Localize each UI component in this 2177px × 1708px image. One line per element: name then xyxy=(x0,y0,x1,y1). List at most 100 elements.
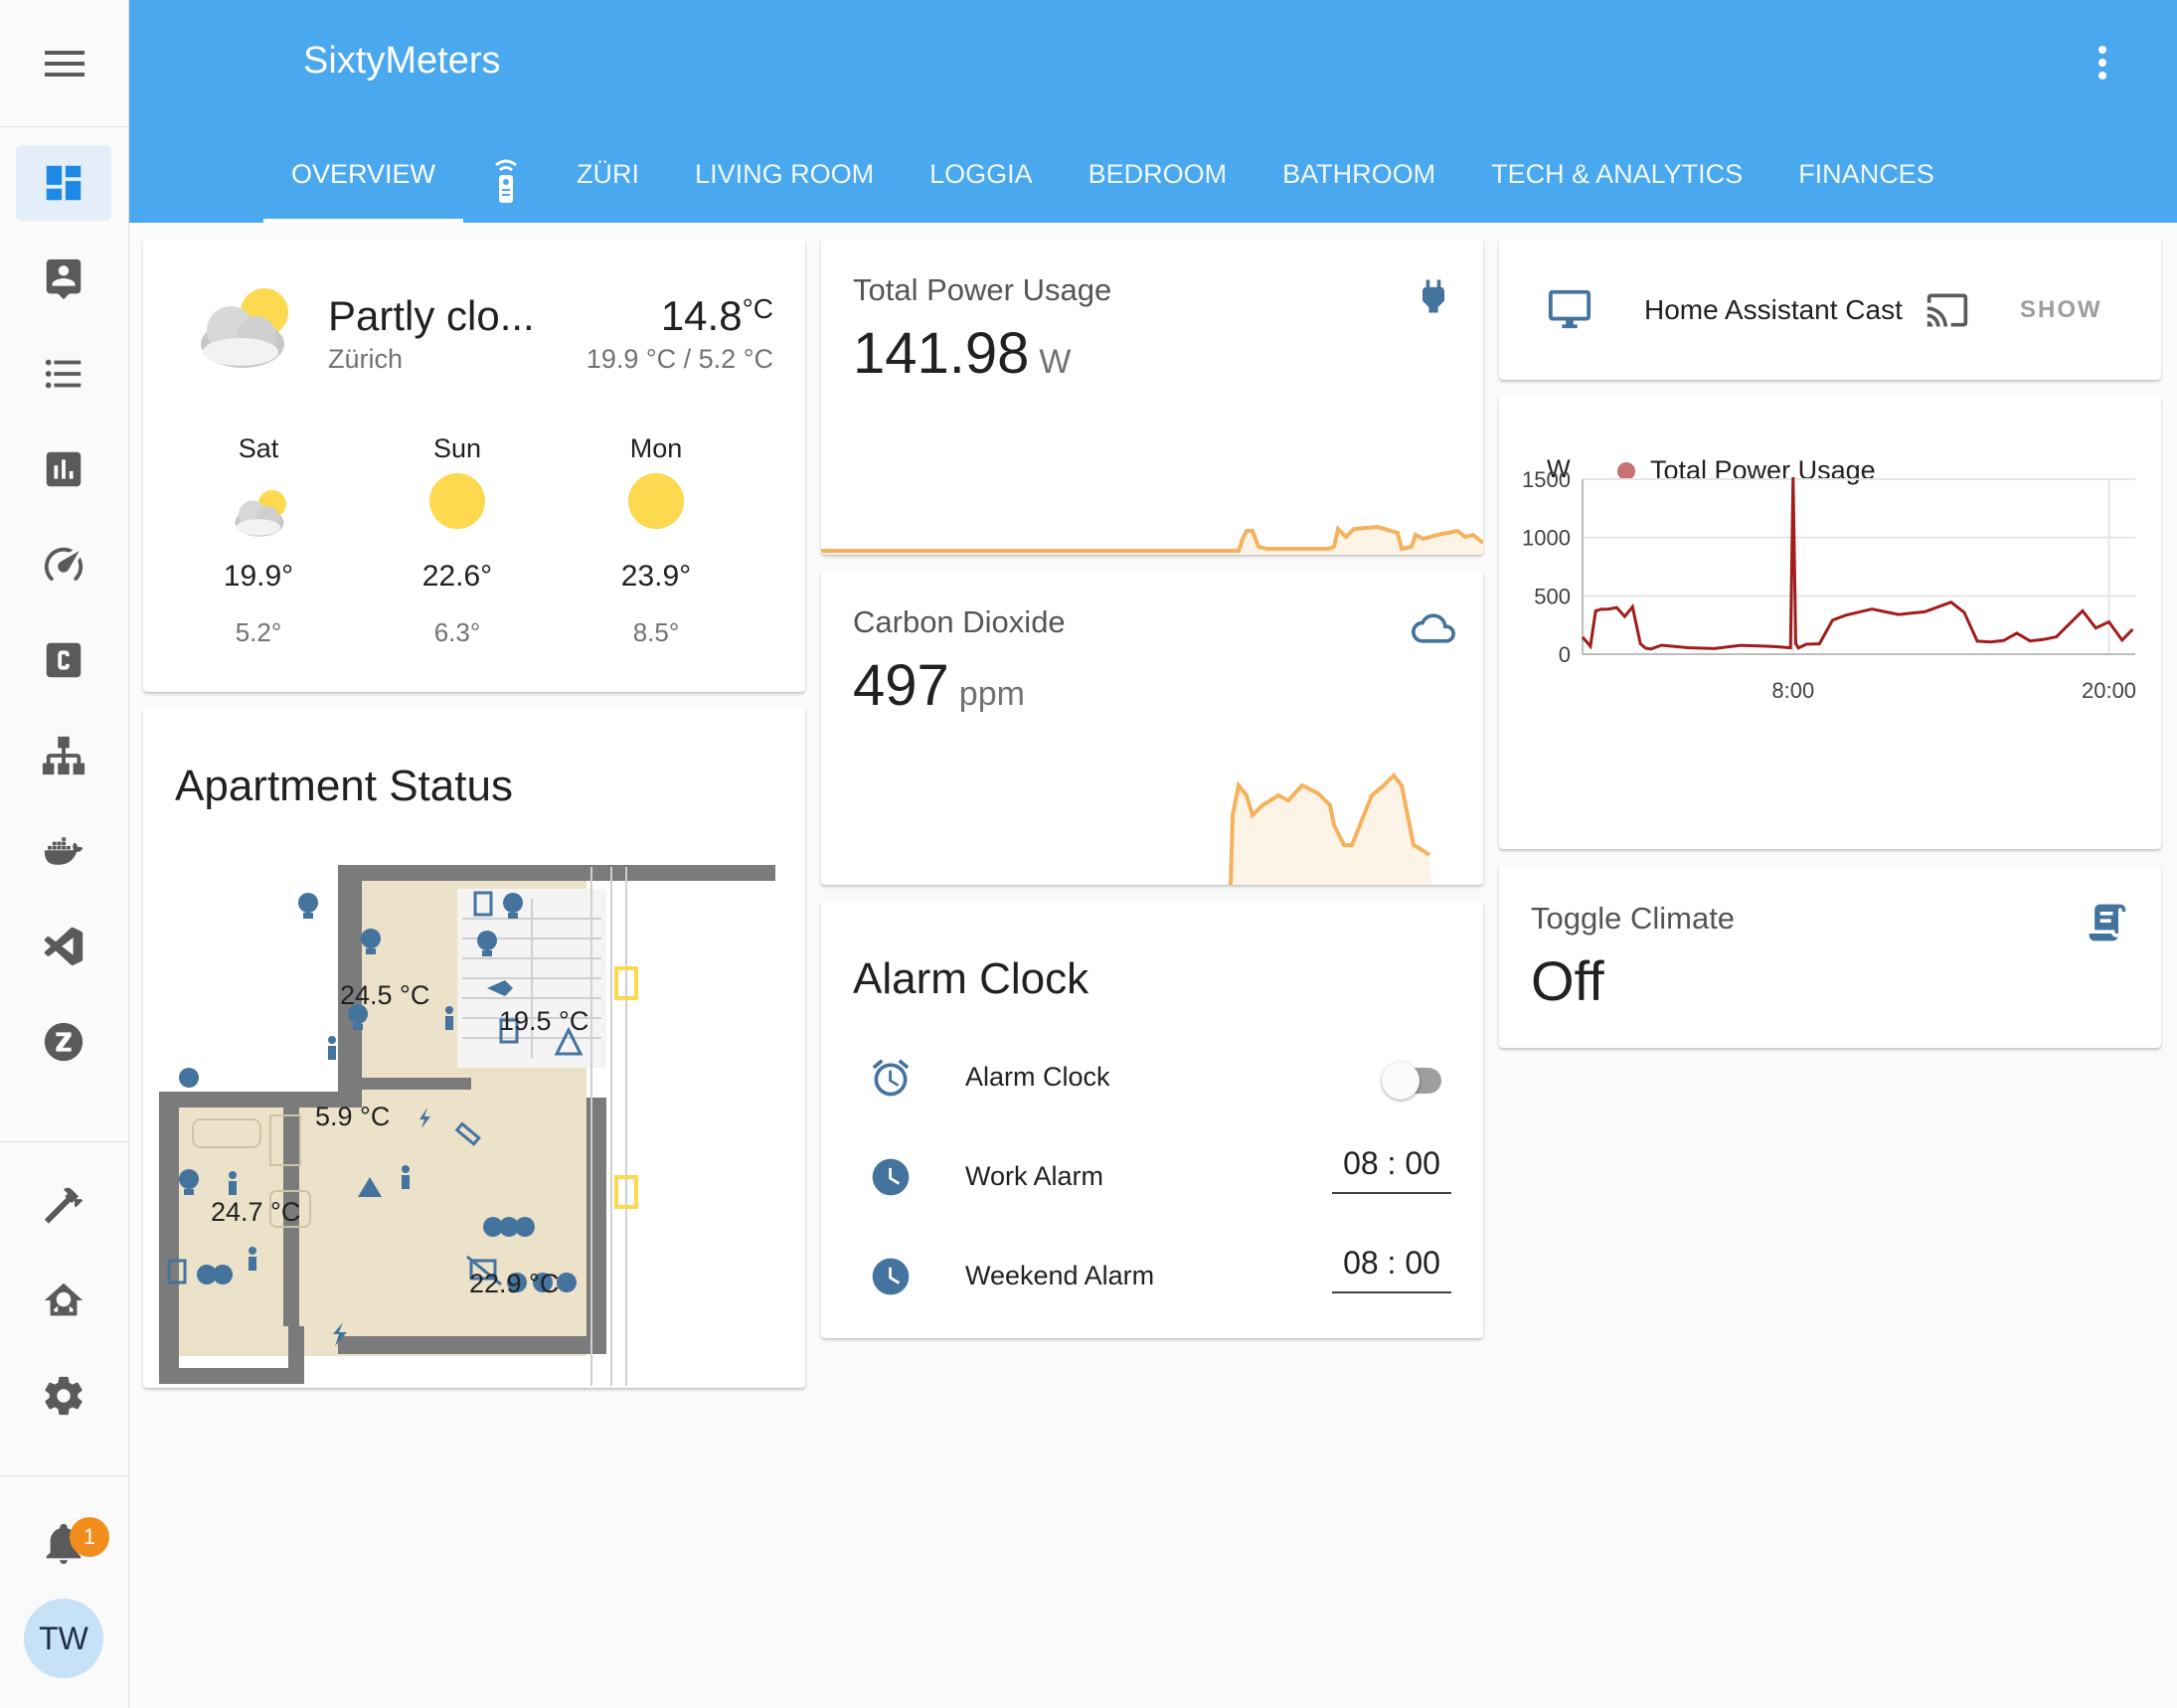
sidebar-item-logbook[interactable] xyxy=(16,336,111,412)
power-sparkline xyxy=(821,524,1483,555)
tab-finances[interactable]: FINANCES xyxy=(1770,149,1962,223)
floorplan xyxy=(159,865,775,1386)
notification-badge: 1 xyxy=(70,1517,109,1557)
apartment-title: Apartment Status xyxy=(175,762,513,810)
script-icon xyxy=(2089,904,2126,941)
x-tick-label: 20:00 xyxy=(2082,678,2136,703)
dashboard-icon xyxy=(46,165,82,201)
sensor-value: 497 ppm xyxy=(853,652,1025,719)
hamburger-menu-icon xyxy=(45,50,84,77)
apartment-status-card: Apartment Status 24.5 °C 19.5 °C 5.9 °C … xyxy=(143,708,805,1388)
weather-range: 19.9 °C / 5.2 °C xyxy=(586,344,773,374)
tab-zueri[interactable]: ZÜRI xyxy=(549,149,667,223)
weekend-alarm-time-input[interactable]: 08 : 00 xyxy=(1332,1245,1451,1293)
alarm-title: Alarm Clock xyxy=(853,954,1089,1003)
sidebar-item-history[interactable] xyxy=(16,431,111,507)
clock-icon xyxy=(872,1258,910,1295)
tab-bathroom[interactable]: BATHROOM xyxy=(1255,149,1463,223)
sidebar-item-developer-tools[interactable] xyxy=(16,1167,111,1243)
power-sensor-card[interactable]: Total Power Usage 141.98 W xyxy=(821,239,1483,555)
clock-icon xyxy=(872,1158,910,1196)
tab-remote[interactable] xyxy=(463,149,549,223)
forecast-high: 19.9° xyxy=(223,560,294,593)
forecast-day: Sat 19.9° 5.2° xyxy=(179,433,338,648)
sidebar-item-map[interactable] xyxy=(16,241,111,316)
power-plug-icon xyxy=(1423,279,1444,313)
living-temperature: 22.9 °C xyxy=(469,1269,560,1298)
co2-value: 497 xyxy=(853,653,949,718)
alarm-icon xyxy=(872,1059,910,1097)
sidebar-divider xyxy=(0,1475,129,1476)
power-history-chart: W Total Power Usage 0500100015008:00 20:0… xyxy=(1522,455,2136,703)
cast-label: Home Assistant Cast xyxy=(1644,294,1903,325)
cast-icon xyxy=(1926,293,1968,327)
sunny-icon xyxy=(628,473,684,529)
tab-bedroom[interactable]: BEDROOM xyxy=(1061,149,1256,223)
sidebar-item-supervisor[interactable] xyxy=(16,1263,111,1338)
loggia-temperature: 19.5 °C xyxy=(499,1006,589,1036)
sidebar-item-gauges[interactable] xyxy=(16,527,111,602)
climate-title: Toggle Climate xyxy=(1531,901,1736,936)
weather-location: Zürich xyxy=(328,344,404,374)
power-value: 141.98 xyxy=(853,321,1030,386)
app-header: SixtyMeters OVERVIEW ZÜRI LIVING ROOM LO… xyxy=(129,0,2177,223)
list-icon xyxy=(45,359,82,389)
tab-overview[interactable]: OVERVIEW xyxy=(263,149,464,223)
sidebar-item-vscode[interactable] xyxy=(16,909,111,984)
sidebar-menu-button[interactable] xyxy=(0,0,129,127)
monitor-icon xyxy=(1548,289,1591,329)
power-history-card[interactable]: W Total Power Usage 0 500 1000 1500 8:00 20:0… xyxy=(1499,396,2161,849)
forecast-day: Sun 22.6° 6.3° xyxy=(378,433,537,648)
gauge-icon xyxy=(44,547,84,582)
forecast-high: 23.9° xyxy=(620,560,692,593)
forecast-day-label: Sat xyxy=(238,433,279,463)
weather-card[interactable]: Partly clo... Zürich 14.8°C 19.9 °C / 5.… xyxy=(143,239,805,692)
sensor-value: 141.98 W xyxy=(853,320,1072,387)
x-tick-label: 8:00 xyxy=(1771,678,1814,703)
user-avatar[interactable]: TW xyxy=(24,1599,103,1678)
alarm-row: Alarm Clock xyxy=(821,1042,1483,1111)
toggle-knob[interactable] xyxy=(1382,1062,1420,1100)
legend-label: Total Power Usage xyxy=(1650,455,1876,485)
tab-tech-analytics[interactable]: TECH & ANALYTICS xyxy=(1463,149,1770,223)
sidebar-item-docker[interactable] xyxy=(16,813,111,889)
overflow-menu-icon[interactable] xyxy=(2088,40,2117,89)
sidebar-item-settings[interactable] xyxy=(16,1358,111,1434)
y-tick-label: 1000 xyxy=(1522,526,1571,551)
sidebar-item-c[interactable] xyxy=(16,622,111,698)
chart-icon xyxy=(46,451,82,487)
sidebar-item-overview[interactable] xyxy=(16,145,111,221)
forecast-low: 8.5° xyxy=(632,617,680,647)
y-tick-label: 1500 xyxy=(1522,467,1571,492)
forecast-day: Mon 23.9° 8.5° xyxy=(577,433,736,648)
co2-sparkline xyxy=(1229,772,1431,885)
work-alarm-time-input[interactable]: 08 : 00 xyxy=(1332,1145,1451,1194)
forecast-high: 22.6° xyxy=(421,560,493,593)
sitemap-icon xyxy=(42,736,85,775)
chart-grid xyxy=(1582,478,2135,655)
cast-show-button[interactable]: SHOW xyxy=(2020,296,2102,324)
z-circle-icon xyxy=(44,1022,84,1062)
co2-sensor-card[interactable]: Carbon Dioxide 497 ppm xyxy=(821,571,1483,885)
weather-condition: Partly clo... xyxy=(328,292,535,339)
y-tick-label: 0 xyxy=(1559,642,1571,667)
forecast-day-label: Sun xyxy=(432,433,482,463)
legend-swatch xyxy=(1617,462,1635,480)
tab-living-room[interactable]: LIVING ROOM xyxy=(667,149,902,223)
sidebar-item-network[interactable] xyxy=(16,718,111,793)
c-box-icon xyxy=(46,642,82,678)
sidebar-divider xyxy=(0,1141,129,1142)
kitchen-temperature: 5.9 °C xyxy=(315,1102,391,1131)
alarm-row: Work Alarm 08 : 00 xyxy=(821,1141,1483,1211)
sensor-title: Total Power Usage xyxy=(853,272,1112,307)
toggle-climate-card[interactable]: Toggle Climate Off xyxy=(1499,865,2161,1048)
forecast-day-label: Mon xyxy=(629,433,683,463)
forecast-low: 5.2° xyxy=(235,617,282,647)
remote-icon xyxy=(495,159,517,203)
sensor-title: Carbon Dioxide xyxy=(853,604,1066,639)
tab-loggia[interactable]: LOGGIA xyxy=(902,149,1061,223)
climate-state: Off xyxy=(1531,949,1604,1012)
partly-cloudy-icon xyxy=(235,490,286,537)
temperature-value: 14.8 xyxy=(660,292,743,339)
sidebar-item-zwave[interactable] xyxy=(16,1004,111,1080)
